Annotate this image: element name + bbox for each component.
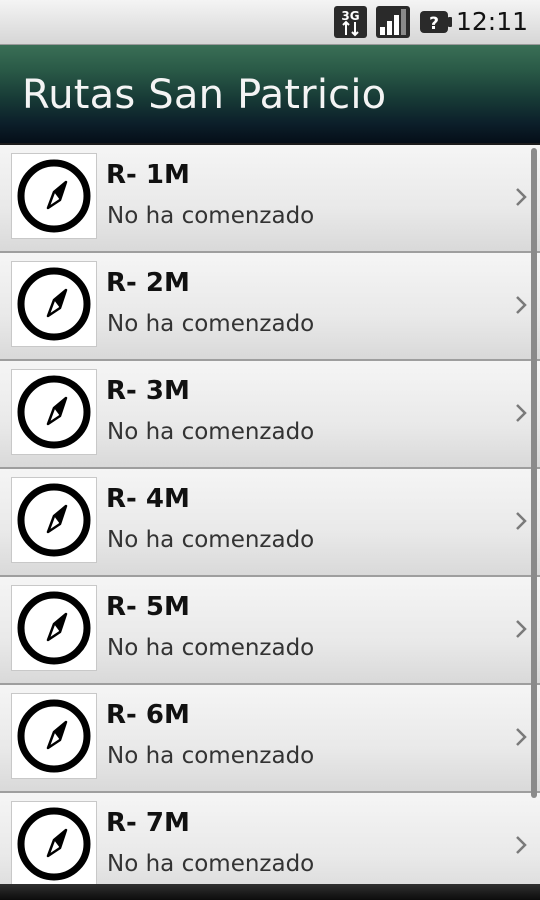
route-list-item[interactable]: R- 5M No ha comenzado	[0, 577, 540, 685]
route-icon-box	[11, 153, 97, 239]
network-type-label: 3G	[341, 9, 359, 23]
signal-icon	[376, 6, 410, 38]
compass-icon	[17, 375, 91, 449]
bottom-edge	[0, 884, 540, 900]
scrollbar[interactable]	[531, 148, 537, 798]
chevron-right-icon	[516, 296, 527, 314]
route-list-item[interactable]: R- 1M No ha comenzado	[0, 145, 540, 253]
route-status: No ha comenzado	[107, 203, 315, 229]
chevron-right-icon	[516, 620, 527, 638]
route-icon-box	[11, 477, 97, 563]
compass-icon	[17, 159, 91, 233]
route-name: R- 3M	[106, 376, 190, 406]
chevron-right-icon	[516, 728, 527, 746]
route-status: No ha comenzado	[107, 851, 315, 877]
route-icon-box	[11, 369, 97, 455]
route-list-item[interactable]: R- 2M No ha comenzado	[0, 253, 540, 361]
status-bar: 3G ? 12:11	[0, 0, 540, 45]
compass-icon	[17, 483, 91, 557]
route-status: No ha comenzado	[107, 311, 315, 337]
route-icon-box	[11, 261, 97, 347]
route-list-item[interactable]: R- 7M No ha comenzado	[0, 793, 540, 890]
app-title-bar: Rutas San Patricio	[0, 45, 540, 143]
compass-icon	[17, 807, 91, 881]
chevron-right-icon	[516, 404, 527, 422]
route-list-item[interactable]: R- 3M No ha comenzado	[0, 361, 540, 469]
route-icon-box	[11, 693, 97, 779]
route-icon-box	[11, 801, 97, 887]
route-list-item[interactable]: R- 4M No ha comenzado	[0, 469, 540, 577]
battery-unknown-icon: ?	[420, 11, 452, 34]
route-status: No ha comenzado	[107, 527, 315, 553]
app-title: Rutas San Patricio	[22, 72, 387, 118]
route-name: R- 7M	[106, 808, 190, 838]
route-status: No ha comenzado	[107, 743, 315, 769]
route-status: No ha comenzado	[107, 635, 315, 661]
chevron-right-icon	[516, 188, 527, 206]
route-name: R- 5M	[106, 592, 190, 622]
compass-icon	[17, 699, 91, 773]
route-list[interactable]: R- 1M No ha comenzado R- 2M No ha comenzado…	[0, 145, 540, 890]
route-name: R- 4M	[106, 484, 190, 514]
chevron-right-icon	[516, 836, 527, 854]
route-name: R- 6M	[106, 700, 190, 730]
svg-text:?: ?	[429, 14, 439, 34]
route-list-item[interactable]: R- 6M No ha comenzado	[0, 685, 540, 793]
route-icon-box	[11, 585, 97, 671]
route-name: R- 1M	[106, 160, 190, 190]
compass-icon	[17, 267, 91, 341]
compass-icon	[17, 591, 91, 665]
3g-data-icon: 3G	[334, 6, 367, 38]
route-name: R- 2M	[106, 268, 190, 298]
route-status: No ha comenzado	[107, 419, 315, 445]
status-time: 12:11	[455, 7, 528, 36]
chevron-right-icon	[516, 512, 527, 530]
